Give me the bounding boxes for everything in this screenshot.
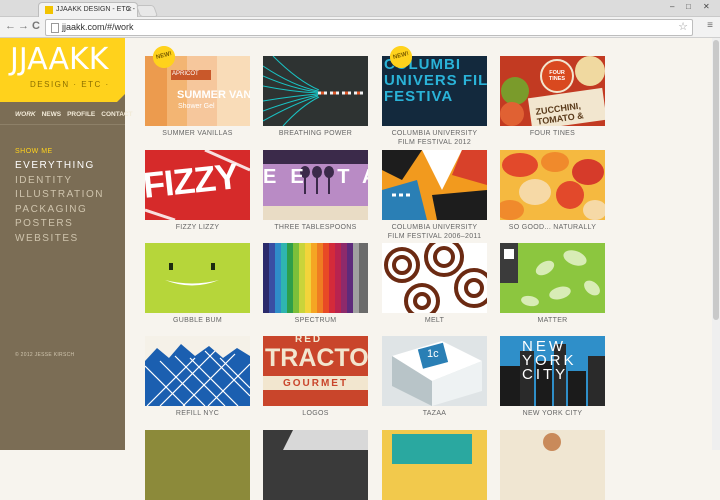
tab-title: JJAAKK DESIGN - ETC -	[56, 6, 135, 13]
work-title[interactable]: FOUR TINES	[500, 129, 605, 138]
work-title[interactable]: NEW YORK CITY	[500, 409, 605, 418]
work-tile[interactable]	[263, 430, 368, 500]
work-title[interactable]: THREE TABLESPOONS	[263, 223, 368, 232]
browser-tab[interactable]: JJAAKK DESIGN - ETC - ×	[38, 2, 138, 17]
work-tile[interactable]: SO GOOD... NATURALLY	[500, 150, 605, 231]
work-title[interactable]: MATTER	[500, 316, 605, 325]
work-tile[interactable]: SPECTRUM	[263, 243, 368, 324]
work-thumbnail[interactable]: NEW YORK CITY	[500, 336, 605, 406]
work-thumbnail[interactable]	[382, 150, 487, 220]
window-close-icon[interactable]: ✕	[703, 2, 710, 11]
work-tile[interactable]: MATTER	[500, 243, 605, 324]
work-title[interactable]: SPECTRUM	[263, 316, 368, 325]
work-title[interactable]: BREATHING POWER	[263, 129, 368, 138]
work-tile[interactable]: NEW! APRICOT SUMMER VANILL Shower Gel SU…	[145, 46, 250, 137]
work-title[interactable]: COLUMBIA UNIVERSITY FILM FESTIVAL 2006–2…	[382, 223, 487, 241]
work-tile[interactable]: FOUR TINES ZUCCHINI, TOMATO & FOUR TINES	[500, 56, 605, 137]
filter-heading: SHOW ME	[15, 148, 53, 155]
work-thumbnail[interactable]	[382, 243, 487, 313]
work-thumbnail[interactable]	[145, 430, 250, 500]
copyright-text: © 2012 JESSE KIRSCH	[15, 352, 75, 358]
nav-contact[interactable]: CONTACT	[101, 111, 132, 118]
work-tile[interactable]: EE TA THREE TABLESPOONS	[263, 150, 368, 231]
work-tile[interactable]	[145, 430, 250, 500]
work-tile[interactable]: BREATHING POWER	[263, 56, 368, 137]
work-thumbnail[interactable]	[145, 336, 250, 406]
work-tile[interactable]: COLUMBIA UNIVERSITY FILM FESTIVAL 2006–2…	[382, 150, 487, 240]
work-title[interactable]: GUBBLE BUM	[145, 316, 250, 325]
category-illustration[interactable]: ILLUSTRATION	[15, 188, 104, 203]
reload-icon[interactable]: C	[32, 20, 40, 33]
work-thumbnail[interactable]	[500, 150, 605, 220]
logo-notch	[117, 94, 125, 102]
work-title[interactable]: LOGOS	[263, 409, 368, 418]
work-title[interactable]: COLUMBIA UNIVERSITY FILM FESTIVAL 2012	[382, 129, 487, 147]
bookmark-star-icon[interactable]: ☆	[678, 20, 688, 33]
forward-arrow-icon[interactable]: →	[18, 20, 29, 33]
site-logo[interactable]: JJAAKK DESIGN · ETC ·	[0, 38, 125, 102]
work-title[interactable]: FIZZY LIZZY	[145, 223, 250, 232]
scrollbar-thumb[interactable]	[713, 40, 719, 320]
work-thumbnail[interactable]	[145, 243, 250, 313]
work-thumbnail[interactable]: 1c	[382, 336, 487, 406]
logo-wordmark: JJAAKK	[10, 42, 109, 77]
new-tab-button[interactable]	[135, 5, 159, 17]
url-text[interactable]: jjaakk.com/#/work	[62, 22, 134, 32]
nav-news[interactable]: NEWS	[42, 111, 62, 118]
work-tile[interactable]: 1c TAZAA	[382, 336, 487, 417]
work-thumbnail[interactable]	[500, 243, 605, 313]
work-tile[interactable]: NEW YORK CITY NEW YORK CITY	[500, 336, 605, 417]
category-everything[interactable]: EVERYTHING	[15, 159, 104, 174]
page-icon	[51, 23, 59, 33]
work-thumbnail[interactable]: FOUR TINES ZUCCHINI, TOMATO &	[500, 56, 605, 126]
work-title[interactable]: SUMMER VANILLAS	[145, 129, 250, 138]
work-tile[interactable]: REFILL NYC	[145, 336, 250, 417]
work-title[interactable]: TAZAA	[382, 409, 487, 418]
work-tile[interactable]: GUBBLE BUM	[145, 243, 250, 324]
nav-work[interactable]: WORK	[15, 111, 36, 118]
category-posters[interactable]: POSTERS	[15, 217, 104, 232]
nav-profile[interactable]: PROFILE	[67, 111, 95, 118]
maximize-icon[interactable]: □	[686, 2, 691, 11]
work-title[interactable]: MELT	[382, 316, 487, 325]
work-tile[interactable]: NEW! COLUMBI UNIVERS FILM FESTIVA COLUMB…	[382, 46, 487, 146]
nav-divider	[0, 124, 125, 125]
work-title[interactable]: SO GOOD... NATURALLY	[500, 223, 605, 232]
browser-menu-icon[interactable]: ≡	[707, 20, 713, 31]
new-badge: NEW!	[153, 46, 175, 68]
main-nav: WORK NEWS PROFILE CONTACT	[15, 111, 139, 118]
work-tile[interactable]: FIZZY FIZZY LIZZY	[145, 150, 250, 231]
work-title[interactable]: REFILL NYC	[145, 409, 250, 418]
work-tile[interactable]	[500, 430, 605, 500]
address-bar[interactable]: jjaakk.com/#/work ☆	[45, 19, 693, 36]
browser-tab-strip: JJAAKK DESIGN - ETC - × – □ ✕	[0, 0, 720, 17]
back-arrow-icon[interactable]: ←	[5, 20, 16, 33]
work-thumbnail[interactable]	[500, 430, 605, 500]
tab-close-icon[interactable]: ×	[127, 4, 132, 14]
new-badge: NEW!	[390, 46, 412, 68]
work-thumbnail[interactable]: FIZZY	[145, 150, 250, 220]
work-tile[interactable]	[382, 430, 487, 500]
work-thumbnail[interactable]: RED TRACTO GOURMET	[263, 336, 368, 406]
work-thumbnail[interactable]	[263, 430, 368, 500]
category-websites[interactable]: WEBSITES	[15, 232, 104, 247]
sidebar: JJAAKK DESIGN · ETC · WORK NEWS PROFILE CON…	[0, 38, 133, 450]
address-toolbar: ← → C jjaakk.com/#/work ☆ ≡	[0, 17, 720, 38]
work-thumbnail[interactable]: EE TA	[263, 150, 368, 220]
work-thumbnail[interactable]	[263, 243, 368, 313]
category-filter-list: EVERYTHING IDENTITY ILLUSTRATION PACKAGI…	[15, 159, 104, 246]
work-tile[interactable]: RED TRACTO GOURMET LOGOS	[263, 336, 368, 417]
work-tile[interactable]: MELT	[382, 243, 487, 324]
category-identity[interactable]: IDENTITY	[15, 174, 104, 189]
minimize-icon[interactable]: –	[670, 2, 674, 11]
category-packaging[interactable]: PACKAGING	[15, 203, 104, 218]
work-thumbnail[interactable]	[382, 430, 487, 500]
favicon-icon	[45, 6, 53, 14]
work-thumbnail[interactable]	[263, 56, 368, 126]
logo-tagline: DESIGN · ETC ·	[30, 80, 110, 89]
